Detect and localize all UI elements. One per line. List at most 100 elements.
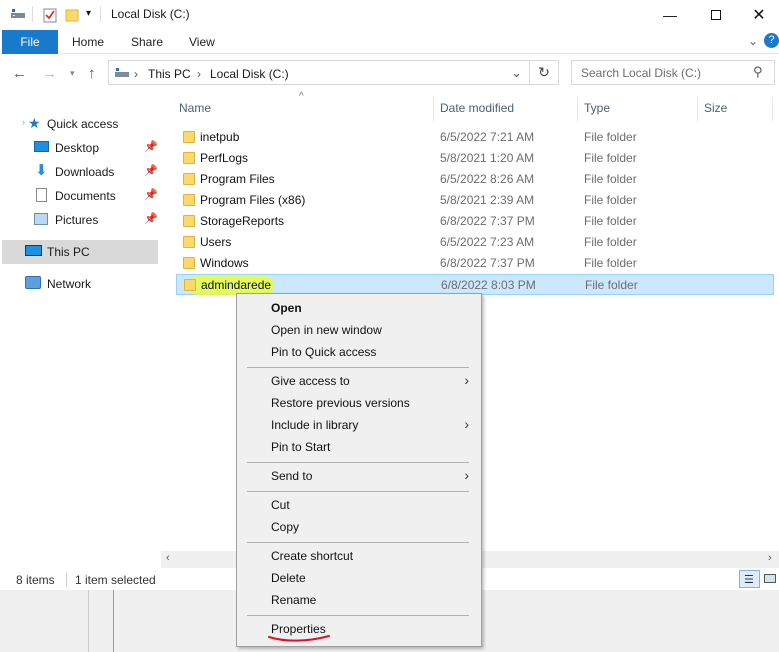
file-type: File folder bbox=[584, 235, 637, 249]
file-name: PerfLogs bbox=[200, 151, 249, 165]
column-header-size[interactable]: Size bbox=[704, 101, 727, 115]
search-input[interactable]: Search Local Disk (C:) bbox=[581, 66, 701, 80]
scroll-right-icon[interactable]: › bbox=[768, 552, 772, 564]
sidebar-item-downloads[interactable]: ⬇ Downloads 📌 bbox=[2, 160, 158, 184]
back-arrow-icon[interactable]: ← bbox=[12, 65, 27, 82]
pin-icon[interactable]: 📌 bbox=[144, 188, 158, 201]
column-divider[interactable] bbox=[772, 97, 773, 121]
table-row-selected[interactable]: admindarede 6/8/2022 8:03 PM File folder bbox=[176, 274, 774, 295]
file-date: 6/5/2022 8:26 AM bbox=[440, 172, 535, 186]
file-type: File folder bbox=[584, 172, 637, 186]
minimize-button[interactable]: — bbox=[647, 0, 693, 30]
menu-item-label: Create shortcut bbox=[271, 549, 354, 563]
table-row[interactable]: Users 6/5/2022 7:23 AM File folder bbox=[176, 232, 774, 253]
refresh-button[interactable]: ↻ bbox=[530, 60, 559, 85]
customize-toolbar-icon[interactable]: ▾ bbox=[86, 8, 91, 19]
computer-icon bbox=[25, 245, 42, 256]
tab-share[interactable]: Share bbox=[131, 30, 163, 54]
breadcrumb-this-pc[interactable]: This PC bbox=[148, 67, 191, 81]
context-menu: Open Open in new window Pin to Quick acc… bbox=[236, 293, 482, 647]
file-name: Program Files (x86) bbox=[200, 193, 306, 207]
up-arrow-icon[interactable]: ↑ bbox=[88, 65, 96, 82]
menu-item-open-new-window[interactable]: Open in new window bbox=[239, 319, 479, 341]
breadcrumb-separator-icon[interactable]: › bbox=[197, 67, 201, 81]
sidebar-item-this-pc[interactable]: This PC bbox=[2, 240, 158, 264]
menu-item-pin-quick-access[interactable]: Pin to Quick access bbox=[239, 341, 479, 363]
column-header-date[interactable]: Date modified bbox=[440, 101, 514, 115]
ribbon: File Home Share View ⌄ ? bbox=[0, 30, 779, 54]
sidebar-item-network[interactable]: Network bbox=[2, 272, 158, 296]
expand-ribbon-icon[interactable]: ⌄ bbox=[748, 34, 758, 48]
scroll-left-icon[interactable]: ‹ bbox=[166, 552, 170, 564]
sidebar-item-documents[interactable]: Documents 📌 bbox=[2, 184, 158, 208]
details-view-icon: ☰ bbox=[744, 574, 754, 586]
pin-icon[interactable]: 📌 bbox=[144, 164, 158, 177]
divider bbox=[66, 573, 67, 587]
recent-locations-icon[interactable]: ▾ bbox=[70, 68, 75, 79]
submenu-arrow-icon: › bbox=[464, 467, 469, 483]
table-row[interactable]: Windows 6/8/2022 7:37 PM File folder bbox=[176, 253, 774, 274]
table-row[interactable]: PerfLogs 5/8/2021 1:20 AM File folder bbox=[176, 148, 774, 169]
help-icon[interactable]: ? bbox=[764, 33, 779, 48]
tab-view[interactable]: View bbox=[189, 30, 215, 54]
file-name: admindarede bbox=[201, 278, 272, 292]
menu-item-send-to[interactable]: Send to › bbox=[239, 465, 479, 487]
column-divider[interactable] bbox=[697, 97, 698, 121]
table-row[interactable]: Program Files 6/5/2022 8:26 AM File fold… bbox=[176, 169, 774, 190]
address-bar[interactable]: › This PC › Local Disk (C:) ⌄ bbox=[108, 60, 530, 85]
drive-icon[interactable] bbox=[10, 7, 26, 21]
column-divider[interactable] bbox=[433, 97, 434, 121]
table-row[interactable]: inetpub 6/5/2022 7:21 AM File folder bbox=[176, 127, 774, 148]
sidebar-item-quick-access[interactable]: ★ Quick access bbox=[2, 112, 158, 136]
network-icon bbox=[25, 276, 41, 289]
menu-item-delete[interactable]: Delete bbox=[239, 567, 479, 589]
menu-item-include-library[interactable]: Include in library › bbox=[239, 414, 479, 436]
new-folder-icon[interactable] bbox=[64, 7, 80, 23]
menu-item-give-access[interactable]: Give access to › bbox=[239, 370, 479, 392]
sidebar-item-label: Desktop bbox=[55, 141, 100, 155]
search-box[interactable]: Search Local Disk (C:) ⚲ bbox=[571, 60, 775, 85]
tab-home[interactable]: Home bbox=[72, 30, 104, 54]
maximize-button[interactable] bbox=[693, 0, 739, 30]
breadcrumb-local-disk[interactable]: Local Disk (C:) bbox=[210, 67, 289, 81]
desktop-icon bbox=[34, 141, 49, 152]
menu-item-restore-versions[interactable]: Restore previous versions bbox=[239, 392, 479, 414]
table-row[interactable]: Program Files (x86) 5/8/2021 2:39 AM Fil… bbox=[176, 190, 774, 211]
column-divider[interactable] bbox=[577, 97, 578, 121]
table-row[interactable]: StorageReports 6/8/2022 7:37 PM File fol… bbox=[176, 211, 774, 232]
menu-item-copy[interactable]: Copy bbox=[239, 516, 479, 538]
sidebar-item-desktop[interactable]: Desktop 📌 bbox=[2, 136, 158, 160]
menu-item-pin-start[interactable]: Pin to Start bbox=[239, 436, 479, 458]
folder-icon bbox=[183, 194, 195, 206]
pin-icon[interactable]: 📌 bbox=[144, 212, 158, 225]
properties-check-icon[interactable] bbox=[42, 7, 58, 23]
large-icons-view-button[interactable] bbox=[762, 570, 779, 588]
file-name: Users bbox=[200, 235, 232, 249]
forward-arrow-icon[interactable]: → bbox=[42, 65, 57, 82]
menu-item-open[interactable]: Open bbox=[239, 297, 479, 319]
file-date: 5/8/2021 1:20 AM bbox=[440, 151, 535, 165]
pictures-icon bbox=[34, 213, 48, 225]
column-header-name[interactable]: Name bbox=[179, 101, 211, 115]
address-dropdown-icon[interactable]: ⌄ bbox=[511, 65, 522, 81]
menu-item-create-shortcut[interactable]: Create shortcut bbox=[239, 545, 479, 567]
pin-icon[interactable]: 📌 bbox=[144, 140, 158, 153]
menu-item-label: Send to bbox=[271, 469, 313, 483]
file-date: 6/5/2022 7:23 AM bbox=[440, 235, 535, 249]
close-button[interactable]: ✕ bbox=[739, 0, 779, 30]
sidebar-item-pictures[interactable]: Pictures 📌 bbox=[2, 208, 158, 232]
folder-icon bbox=[183, 257, 195, 269]
column-header-type[interactable]: Type bbox=[584, 101, 610, 115]
menu-item-cut[interactable]: Cut bbox=[239, 494, 479, 516]
file-name: StorageReports bbox=[200, 214, 285, 228]
selection-count: 1 item selected bbox=[75, 573, 156, 587]
sidebar-item-label: Downloads bbox=[55, 165, 115, 179]
tab-file[interactable]: File bbox=[2, 30, 58, 54]
menu-separator bbox=[247, 462, 469, 463]
menu-item-label: Copy bbox=[271, 520, 300, 534]
details-view-button[interactable]: ☰ bbox=[739, 570, 760, 588]
menu-item-label: Open in new window bbox=[271, 323, 382, 337]
breadcrumb-separator-icon[interactable]: › bbox=[134, 67, 138, 81]
divider bbox=[32, 6, 33, 22]
menu-item-rename[interactable]: Rename bbox=[239, 589, 479, 611]
